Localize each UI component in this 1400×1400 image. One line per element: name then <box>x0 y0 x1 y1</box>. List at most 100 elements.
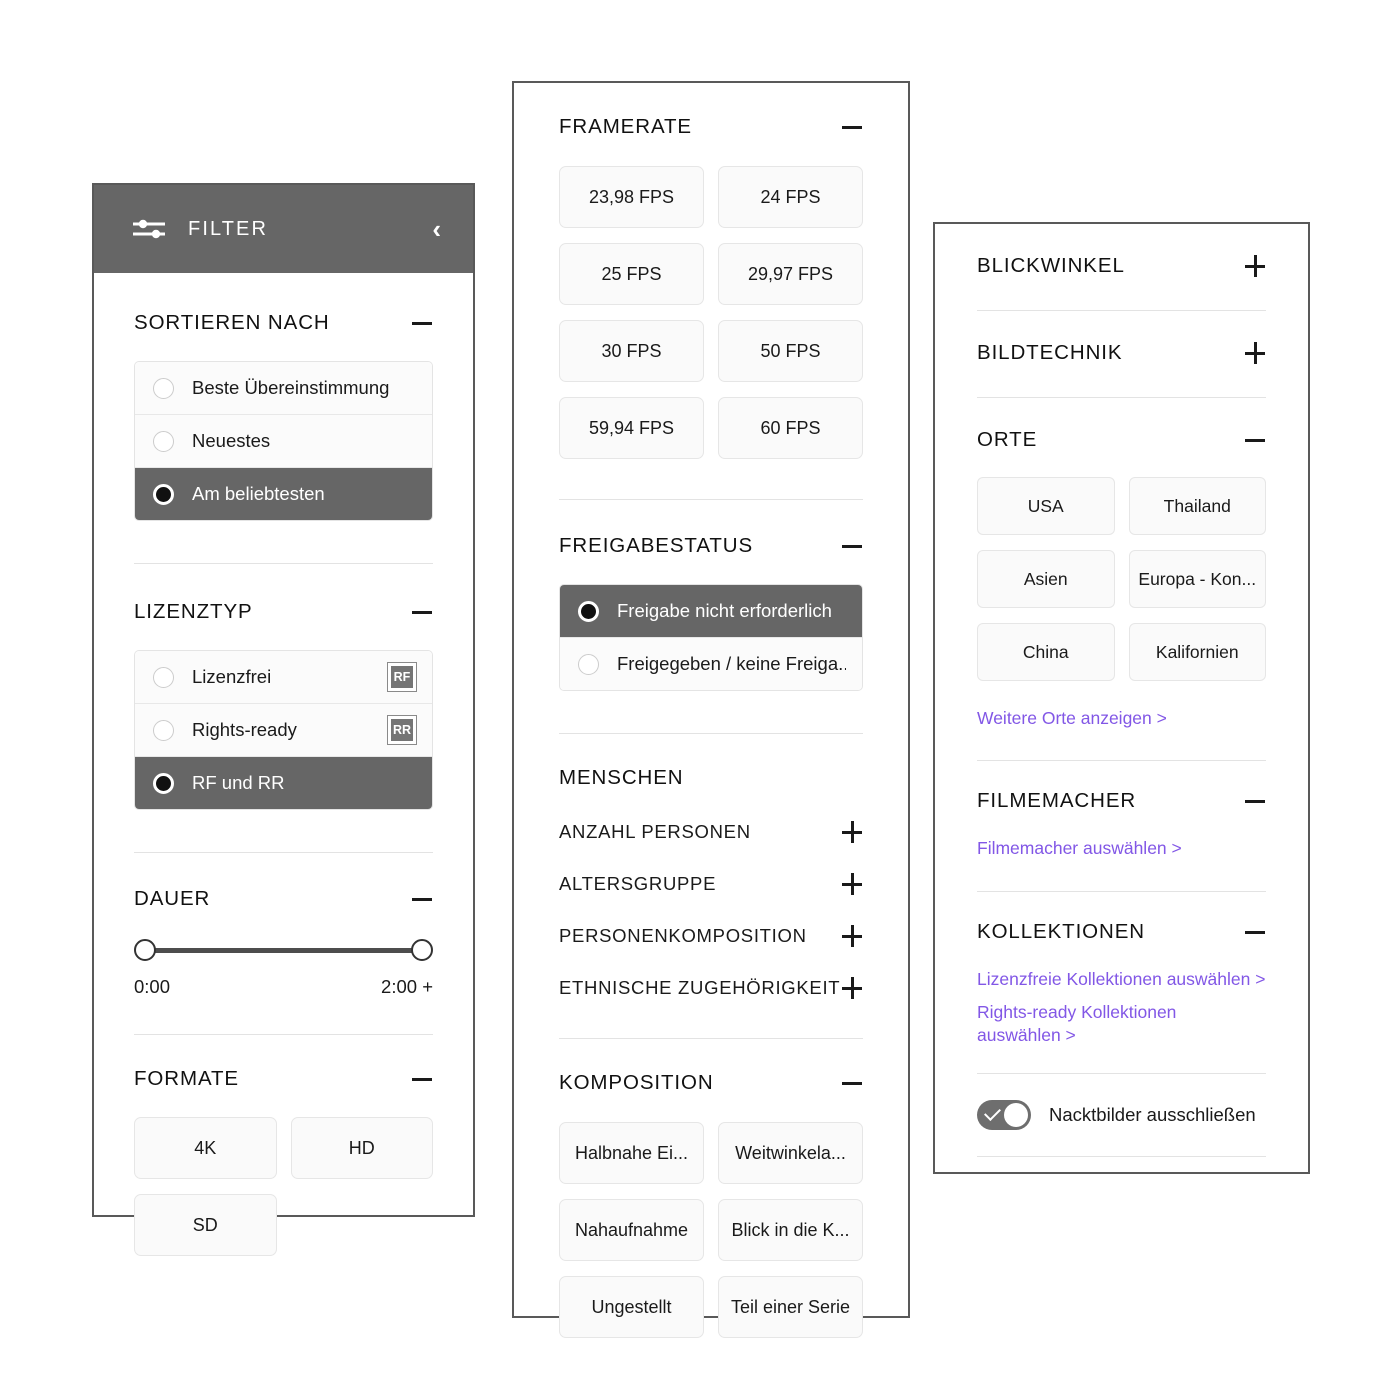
section-people-header: MENSCHEN <box>559 766 863 790</box>
place-chip-asia[interactable]: Asien <box>977 550 1115 608</box>
release-option-not-required[interactable]: Freigabe nicht erforderlich <box>560 585 862 638</box>
section-places-header[interactable]: ORTE <box>977 428 1266 452</box>
left-panel-body: SORTIEREN NACH Beste Übereinstimmung Neu… <box>94 273 473 1256</box>
show-more-places-link[interactable]: Weitere Orte anzeigen > <box>977 707 1266 730</box>
section-filmmaker-title: FILMEMACHER <box>977 789 1137 813</box>
format-chip-hd[interactable]: HD <box>290 1117 433 1179</box>
nudity-toggle-switch[interactable] <box>977 1100 1031 1131</box>
framerate-chip-5994[interactable]: 59,94 FPS <box>559 397 704 459</box>
minus-icon[interactable] <box>411 887 433 911</box>
composition-chip-candid[interactable]: Ungestellt <box>559 1276 704 1338</box>
place-chip-usa[interactable]: USA <box>977 477 1115 535</box>
slider-handle-max[interactable] <box>411 939 433 961</box>
license-option-royalty-free[interactable]: Lizenzfrei RF <box>135 651 432 704</box>
section-formats-header[interactable]: FORMATE <box>134 1067 433 1091</box>
framerate-chip-grid: 23,98 FPS 24 FPS 25 FPS 29,97 FPS 30 FPS… <box>559 166 863 459</box>
release-radio-group: Freigabe nicht erforderlich Freigegeben … <box>559 584 863 691</box>
composition-chip-wide-angle[interactable]: Weitwinkela... <box>718 1122 863 1184</box>
minus-icon[interactable] <box>841 115 863 139</box>
minus-icon[interactable] <box>1244 920 1266 944</box>
section-filmmaker-header[interactable]: FILMEMACHER <box>977 789 1266 813</box>
section-sort-title: SORTIEREN NACH <box>134 311 330 334</box>
plus-icon[interactable] <box>1244 254 1266 278</box>
minus-icon[interactable] <box>1244 428 1266 452</box>
select-rights-ready-collections-link[interactable]: Rights-ready Kollektionen auswählen > <box>977 1001 1192 1048</box>
framerate-chip-24[interactable]: 24 FPS <box>718 166 863 228</box>
minus-icon[interactable] <box>841 534 863 558</box>
sort-option-label: Neuestes <box>192 430 271 451</box>
section-collections-title: KOLLEKTIONEN <box>977 919 1146 943</box>
release-option-label: Freigabe nicht erforderlich <box>617 600 832 621</box>
duration-range-slider[interactable] <box>134 937 433 963</box>
plus-icon[interactable] <box>1244 341 1266 365</box>
subsection-age-group[interactable]: ALTERSGRUPPE <box>559 872 863 896</box>
radio-icon <box>153 377 174 399</box>
nudity-toggle-label: Nacktbilder ausschließen <box>1049 1104 1256 1126</box>
framerate-chip-30[interactable]: 30 FPS <box>559 320 704 382</box>
release-option-released[interactable]: Freigegeben / keine Freiga... <box>560 638 862 690</box>
section-imaging-technique: BILDTECHNIK <box>977 311 1266 398</box>
subsection-ethnicity[interactable]: ETHNISCHE ZUGEHÖRIGKEIT <box>559 976 863 1000</box>
place-chip-thailand[interactable]: Thailand <box>1128 477 1266 535</box>
format-chip-sd[interactable]: SD <box>134 1194 277 1256</box>
subsection-person-composition[interactable]: PERSONENKOMPOSITION <box>559 924 863 948</box>
sort-option-most-popular[interactable]: Am beliebtesten <box>135 468 432 520</box>
composition-chip-looking-at-camera[interactable]: Blick in die K... <box>718 1199 863 1261</box>
framerate-chip-2398[interactable]: 23,98 FPS <box>559 166 704 228</box>
subsection-label: PERSONENKOMPOSITION <box>559 925 807 946</box>
rf-badge: RF <box>387 662 417 692</box>
license-option-label: Rights-ready <box>192 719 297 740</box>
section-sort-header[interactable]: SORTIEREN NACH <box>134 311 433 335</box>
divider <box>977 1156 1266 1158</box>
plus-icon[interactable] <box>841 976 863 1000</box>
slider-handle-min[interactable] <box>134 939 156 961</box>
section-framerate-title: FRAMERATE <box>559 115 693 138</box>
select-royalty-free-collections-link[interactable]: Lizenzfreie Kollektionen auswählen > <box>977 968 1266 991</box>
composition-chip-part-of-series[interactable]: Teil einer Serie <box>718 1276 863 1338</box>
framerate-chip-25[interactable]: 25 FPS <box>559 243 704 305</box>
radio-selected-icon <box>153 772 174 794</box>
composition-chip-close-up[interactable]: Nahaufnahme <box>559 1199 704 1261</box>
section-viewpoint: BLICKWINKEL <box>977 224 1266 311</box>
section-release-status-header[interactable]: FREIGABESTATUS <box>559 534 863 558</box>
section-collections: KOLLEKTIONEN Lizenzfreie Kollektionen au… <box>977 892 1266 1075</box>
section-collections-header[interactable]: KOLLEKTIONEN <box>977 920 1266 944</box>
plus-icon[interactable] <box>841 924 863 948</box>
places-chip-grid: USA Thailand Asien Europa - Kon... China… <box>977 477 1266 681</box>
filter-panel-right: BLICKWINKEL BILDTECHNIK ORTE USA Thailan… <box>933 222 1310 1174</box>
minus-icon[interactable] <box>841 1071 863 1095</box>
section-license-header[interactable]: LIZENZTYP <box>134 600 433 624</box>
minus-icon[interactable] <box>1244 789 1266 813</box>
place-chip-europe[interactable]: Europa - Kon... <box>1128 550 1266 608</box>
place-chip-california[interactable]: Kalifornien <box>1128 623 1266 681</box>
minus-icon[interactable] <box>411 600 433 624</box>
section-sort: SORTIEREN NACH Beste Übereinstimmung Neu… <box>134 273 433 564</box>
format-chip-4k[interactable]: 4K <box>134 1117 277 1179</box>
plus-icon[interactable] <box>841 820 863 844</box>
section-framerate-header[interactable]: FRAMERATE <box>559 115 863 139</box>
place-chip-china[interactable]: China <box>977 623 1115 681</box>
minus-icon[interactable] <box>411 311 433 335</box>
chevron-left-icon[interactable]: ‹ <box>426 216 447 242</box>
framerate-chip-60[interactable]: 60 FPS <box>718 397 863 459</box>
sort-option-label: Beste Übereinstimmung <box>192 377 390 398</box>
minus-icon[interactable] <box>411 1067 433 1091</box>
subsection-person-count[interactable]: ANZAHL PERSONEN <box>559 820 863 844</box>
select-filmmaker-link[interactable]: Filmemacher auswählen > <box>977 837 1266 860</box>
section-people: MENSCHEN ANZAHL PERSONEN ALTERSGRUPPE PE… <box>559 734 863 1039</box>
license-radio-group: Lizenzfrei RF Rights-ready RR RF und RR <box>134 650 433 810</box>
section-composition-header[interactable]: KOMPOSITION <box>559 1071 863 1095</box>
section-duration-header[interactable]: DAUER <box>134 887 433 911</box>
plus-icon[interactable] <box>841 872 863 896</box>
license-option-rights-ready[interactable]: Rights-ready RR <box>135 704 432 757</box>
sort-option-best-match[interactable]: Beste Übereinstimmung <box>135 362 432 415</box>
framerate-chip-2997[interactable]: 29,97 FPS <box>718 243 863 305</box>
release-option-label: Freigegeben / keine Freiga... <box>617 653 846 674</box>
section-viewpoint-header[interactable]: BLICKWINKEL <box>977 254 1266 278</box>
license-option-label: RF und RR <box>192 772 285 793</box>
framerate-chip-50[interactable]: 50 FPS <box>718 320 863 382</box>
section-imaging-technique-header[interactable]: BILDTECHNIK <box>977 341 1266 365</box>
composition-chip-medium-shot[interactable]: Halbnahe Ei... <box>559 1122 704 1184</box>
sort-option-newest[interactable]: Neuestes <box>135 415 432 468</box>
license-option-rf-and-rr[interactable]: RF und RR <box>135 757 432 809</box>
